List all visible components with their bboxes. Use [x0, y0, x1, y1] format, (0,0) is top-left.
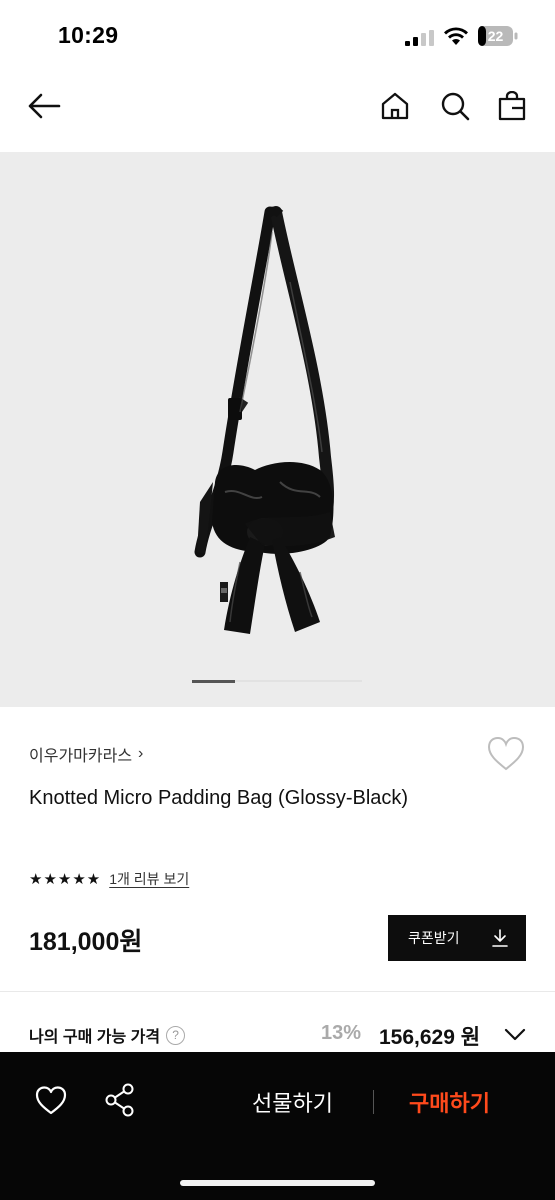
bottom-bar-divider — [373, 1090, 374, 1114]
battery-level: 22 — [488, 28, 504, 44]
signal-icon — [405, 30, 434, 46]
buy-button[interactable]: 구매하기 — [409, 1086, 490, 1118]
help-icon[interactable]: ? — [166, 1025, 186, 1045]
download-icon — [492, 929, 508, 947]
top-nav — [0, 70, 555, 152]
wishlist-heart-icon[interactable] — [487, 736, 525, 772]
section-divider — [0, 991, 555, 992]
chevron-down-icon[interactable] — [503, 1022, 527, 1046]
my-price-value: 156,629 원 — [379, 1026, 481, 1049]
coupon-button-label: 쿠폰받기 — [408, 930, 460, 946]
heart-icon[interactable] — [35, 1085, 67, 1117]
brand-link[interactable]: 이우가마카라스 › — [29, 742, 143, 766]
my-price-label: 나의 구매 가능 가격 ? — [29, 1023, 186, 1047]
product-price: 181,000원 — [29, 928, 143, 956]
arrow-left-icon — [28, 93, 61, 119]
product-image — [194, 206, 335, 634]
brand-name: 이우가마카라스 — [29, 748, 133, 765]
slide-indicator-active — [192, 680, 235, 683]
rating-row: ★★★★★ 1개 리뷰 보기 — [29, 869, 189, 889]
product-title: Knotted Micro Padding Bag (Glossy-Black) — [29, 787, 409, 809]
coupon-button[interactable]: 쿠폰받기 — [388, 915, 526, 961]
back-button[interactable] — [26, 88, 62, 124]
product-image-gallery[interactable] — [0, 152, 555, 707]
status-bar: 10:29 22 — [0, 0, 555, 70]
battery-icon: 22 — [478, 26, 518, 46]
cart-button[interactable] — [494, 88, 530, 124]
gift-button[interactable]: 선물하기 — [252, 1086, 333, 1118]
discount-rate: 13% — [321, 1022, 362, 1044]
star-rating-icon: ★★★★★ — [29, 871, 102, 888]
status-time: 10:29 — [58, 22, 119, 48]
bottom-action-bar: 선물하기 구매하기 — [0, 1052, 555, 1200]
review-link[interactable]: 1개 리뷰 보기 — [109, 869, 189, 889]
share-icon[interactable] — [104, 1083, 136, 1117]
search-icon — [441, 92, 470, 121]
home-icon — [381, 92, 409, 120]
my-price-label-text: 나의 구매 가능 가격 — [29, 1029, 161, 1046]
wifi-icon — [444, 27, 468, 45]
shopping-bag-icon — [498, 91, 526, 121]
home-button[interactable] — [377, 88, 413, 124]
home-indicator[interactable] — [180, 1180, 375, 1186]
chevron-right-icon: › — [138, 745, 144, 762]
search-button[interactable] — [437, 88, 473, 124]
